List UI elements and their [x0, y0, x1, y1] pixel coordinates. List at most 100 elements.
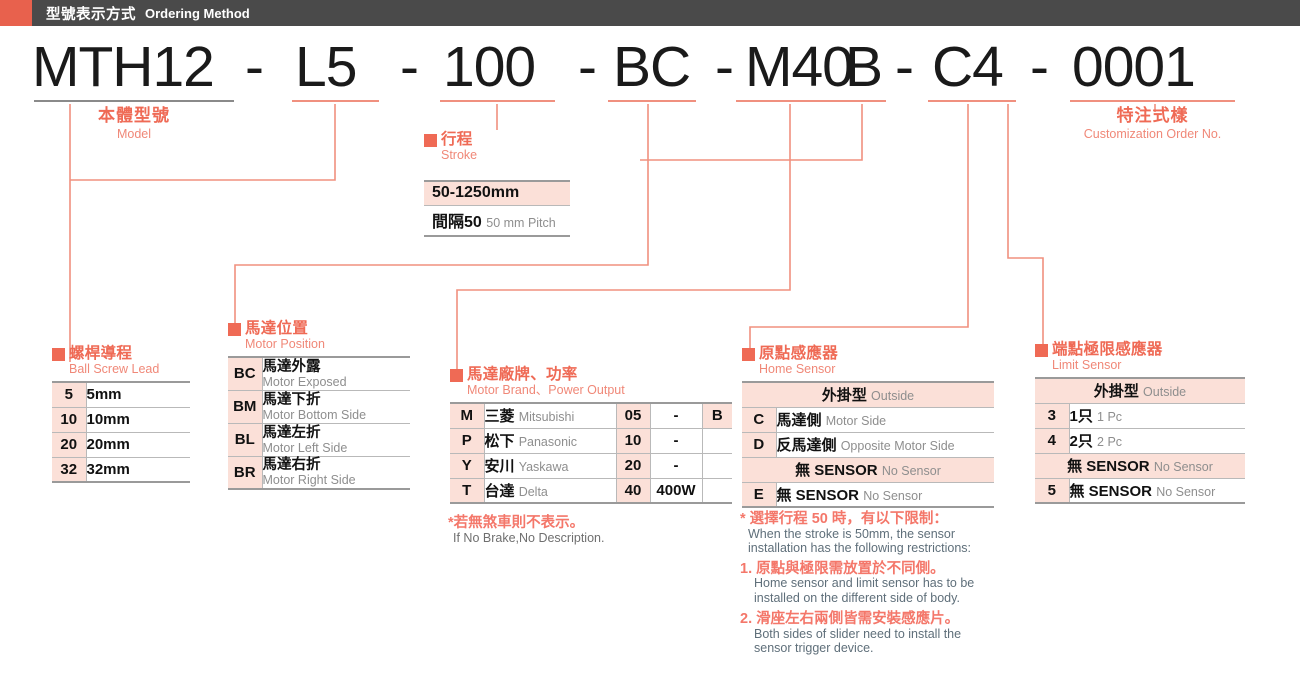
code-dash-4: -: [715, 35, 734, 99]
banner-cn: 外掛型: [821, 387, 867, 405]
table-row: 32 32mm: [52, 457, 190, 483]
motor-position-value-cn: 馬達下折: [262, 391, 321, 408]
motor-position-value-en: Motor Left Side: [262, 440, 348, 455]
note-item-en-2: installed on the different side of body.: [754, 590, 960, 605]
table-row: BR 馬達右折 Motor Right Side: [228, 456, 410, 490]
table-row: P 松下 Panasonic 10 -: [450, 428, 732, 454]
header-bar: 型號表示方式 Ordering Method: [32, 0, 1300, 26]
brand-name-en: Yaskawa: [518, 460, 569, 474]
note-item: 2. 滑座左右兩側皆需安裝感應片。 Both sides of slider n…: [740, 612, 1020, 656]
table-row: 外掛型 Outside: [742, 381, 994, 408]
brake-cell-empty: [702, 453, 732, 479]
table-row: M 三菱 Mitsubishi 05 - B: [450, 402, 732, 429]
customization-caption-en: Customization Order No.: [1083, 127, 1222, 141]
motor-position-title-cn: 馬達位置: [245, 320, 309, 337]
limit-sensor-banner-nosensor: 無 SENSOR No Sensor: [1035, 453, 1245, 479]
limit-sensor-key: 5: [1035, 478, 1070, 504]
code-brake: B: [845, 35, 883, 99]
home-sensor-value-en: Opposite Motor Side: [840, 439, 955, 453]
customization-caption-cn: 特注式樣: [1116, 106, 1189, 125]
code-stroke: 100: [443, 35, 536, 99]
code-lead: L5: [295, 35, 357, 99]
motor-position-key: BL: [228, 423, 263, 457]
brand-name-cn: 台達: [484, 482, 515, 500]
limit-sensor-key: 4: [1035, 428, 1070, 454]
stroke-title-en: Stroke: [441, 148, 478, 162]
limit-sensor-value-cn: 2只: [1069, 433, 1093, 450]
table-row: 20 20mm: [52, 432, 190, 458]
home-sensor-notes: * 選擇行程 50 時，有以下限制： When the stroke is 50…: [740, 512, 1020, 663]
motor-position-title: 馬達位置: [228, 320, 410, 337]
bullet-square-icon: [742, 348, 755, 361]
power-key: 05: [616, 402, 651, 429]
limit-sensor-value-en: No Sensor: [1156, 484, 1216, 499]
lead-key: 20: [52, 432, 87, 458]
lead-key: 5: [52, 381, 87, 408]
power-key: 10: [616, 428, 651, 454]
brand-name: 松下 Panasonic: [484, 428, 617, 454]
brand-name-en: Panasonic: [518, 435, 578, 449]
underline-motor-position: [608, 100, 696, 102]
model-caption-en: Model: [116, 127, 152, 141]
home-sensor-key: C: [742, 407, 777, 433]
stroke-title-cn: 行程: [441, 131, 473, 148]
power-key: 20: [616, 453, 651, 479]
limit-sensor-value-cn: 1只: [1069, 408, 1093, 425]
brand-key: P: [450, 428, 485, 454]
stroke-range: 50-1250mm: [424, 180, 570, 206]
code-motor-position: BC: [613, 35, 691, 99]
home-sensor-value-en: Motor Side: [825, 414, 887, 428]
note-item-en-1: Home sensor and limit sensor has to be: [754, 576, 975, 590]
note-head-cn: * 選擇行程 50 時，有以下限制：: [740, 511, 948, 527]
bullet-square-icon: [1035, 344, 1048, 357]
table-row: 3 1只 1 Pc: [1035, 403, 1245, 429]
motor-position-value-en: Motor Bottom Side: [262, 407, 367, 422]
brand-name-en: Delta: [518, 484, 548, 499]
underline-stroke: [440, 100, 555, 102]
table-row: T 台達 Delta 40 400W: [450, 478, 732, 504]
brake-note-en: If No Brake,No Description.: [453, 530, 605, 545]
header-title-cn: 型號表示方式: [46, 6, 136, 23]
note-list: 1. 原點與極限需放置於不同側。 Home sensor and limit s…: [740, 561, 1020, 656]
banner-en: No Sensor: [1153, 460, 1213, 474]
stroke-pitch: 間隔50 50 mm Pitch: [424, 206, 570, 237]
motor-position-key: BR: [228, 456, 263, 490]
header-accent-square: [0, 0, 32, 26]
brake-note-cn: *若無煞車則不表示。: [448, 515, 585, 531]
banner-cn: 無 SENSOR: [795, 462, 878, 479]
bullet-square-icon: [52, 348, 65, 361]
code-customization: 0001: [1072, 35, 1196, 99]
home-sensor-value: 馬達側 Motor Side: [776, 407, 994, 433]
motor-brand-title-cn: 馬達廠牌、功率: [467, 366, 578, 383]
underline-brake: [840, 100, 886, 102]
motor-brand-title: 馬達廠牌、功率: [450, 366, 732, 383]
brand-key: M: [450, 402, 485, 429]
stroke-title: 行程: [424, 131, 477, 148]
lead-title-cn: 螺桿導程: [69, 345, 133, 362]
note-item: 1. 原點與極限需放置於不同側。 Home sensor and limit s…: [740, 561, 1020, 606]
limit-sensor-title-en: Limit Sensor: [1052, 358, 1122, 372]
motor-position-value-en: Motor Right Side: [262, 473, 356, 488]
table-row: 5 5mm: [52, 381, 190, 408]
home-sensor-value: 反馬達側 Opposite Motor Side: [776, 432, 994, 458]
note-item-en-2: sensor trigger device.: [754, 641, 874, 655]
table-row: E 無 SENSOR No Sensor: [742, 482, 994, 508]
home-sensor-value-cn: 馬達側: [776, 412, 822, 429]
home-sensor-block: 原點感應器 Home Sensor 外掛型 Outside C 馬達側 Moto…: [742, 345, 994, 508]
power-value: -: [650, 453, 703, 479]
limit-sensor-block: 端點極限感應器 Limit Sensor 外掛型 Outside 3 1只 1 …: [1035, 341, 1245, 504]
note-head-en-2: installation has the following restricti…: [748, 541, 972, 555]
page-header: 型號表示方式 Ordering Method: [0, 0, 1300, 26]
underline-customization: [1070, 100, 1235, 102]
motor-position-value-cn: 馬達外露: [262, 358, 321, 375]
home-sensor-key: D: [742, 432, 777, 458]
motor-position-value-cn: 馬達左折: [262, 424, 321, 441]
model-caption-cn: 本體型號: [98, 106, 170, 125]
banner-en: Outside: [1143, 385, 1187, 400]
motor-position-value: 馬達外露 Motor Exposed: [262, 356, 410, 391]
brake-cell-empty: [702, 478, 732, 504]
home-sensor-title-cn: 原點感應器: [759, 345, 839, 362]
code-dash-1: -: [245, 35, 264, 99]
motor-brand-title-en: Motor Brand、Power Output: [467, 383, 625, 397]
motor-position-value: 馬達下折 Motor Bottom Side: [262, 390, 410, 424]
